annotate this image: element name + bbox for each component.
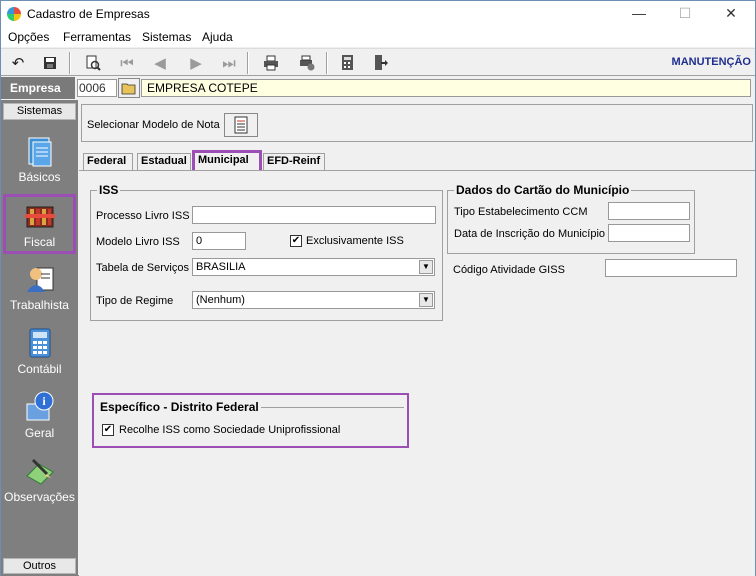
sidebar-item-label: Fiscal	[23, 235, 56, 249]
first-record-icon[interactable]: ⏮	[115, 52, 139, 74]
sidebar-item-label: Básicos	[18, 170, 61, 184]
exclusivamente-iss-checkbox[interactable]: ✔	[290, 235, 302, 247]
folder-icon	[121, 83, 136, 95]
menu-ajuda[interactable]: Ajuda	[202, 30, 233, 44]
books-icon	[24, 206, 55, 228]
processo-livro-input[interactable]	[192, 206, 436, 224]
window-title: Cadastro de Empresas	[27, 7, 150, 21]
sidebar: Sistemas Básicos Fiscal Trabalhista Cont…	[1, 100, 78, 576]
document-list-icon	[234, 116, 248, 134]
sidebar-item-label: Contábil	[17, 362, 62, 376]
calculator-icon[interactable]	[336, 52, 360, 74]
tipo-ccm-input[interactable]	[608, 202, 690, 220]
tab-efd-reinf[interactable]: EFD-Reinf	[263, 153, 325, 170]
documents-icon	[28, 137, 51, 167]
especifico-highlight: Específico - Distrito Federal ✔ Recolhe …	[92, 393, 409, 448]
print-setup-icon[interactable]	[295, 52, 319, 74]
empresa-bar: Empresa 0006 EMPRESA COTEPE	[1, 77, 755, 99]
exit-icon[interactable]	[368, 52, 392, 74]
menu-ferramentas[interactable]: Ferramentas	[63, 30, 131, 44]
cartao-municipio-group: Dados do Cartão do Município Tipo Estabe…	[447, 183, 695, 254]
tab-federal[interactable]: Federal	[83, 153, 133, 170]
sidebar-item-contabil[interactable]: Contábil	[3, 324, 76, 384]
sidebar-item-label: Observações	[4, 490, 75, 504]
sidebar-item-basicos[interactable]: Básicos	[3, 132, 76, 192]
dropdown-arrow-icon: ▼	[419, 293, 433, 307]
tipo-regime-value: (Nenhum)	[196, 294, 245, 306]
processo-livro-label: Processo Livro ISS	[96, 210, 190, 222]
menu-bar: Opções Ferramentas Sistemas Ajuda	[1, 27, 755, 47]
sidebar-item-observacoes[interactable]: Observações	[3, 452, 76, 512]
toolbar: ↶ ⏮ ◀ ▶ ⏭ MANUTENÇÃO	[1, 48, 755, 76]
empresa-label: Empresa	[1, 77, 75, 99]
select-modelo-button[interactable]	[224, 113, 258, 137]
iss-group: ISS Processo Livro ISS Modelo Livro ISS …	[90, 183, 443, 321]
empresa-name-field[interactable]: EMPRESA COTEPE	[141, 79, 751, 97]
preview-icon[interactable]	[81, 52, 105, 74]
sidebar-item-fiscal[interactable]: Fiscal	[3, 194, 76, 254]
last-record-icon[interactable]: ⏭	[217, 52, 241, 74]
tipo-ccm-label: Tipo Estabelecimento CCM	[454, 206, 588, 218]
sidebar-item-geral[interactable]: i Geral	[3, 388, 76, 448]
tab-strip: Federal Estadual Municipal EFD-Reinf	[79, 150, 755, 170]
tabela-servicos-label: Tabela de Serviços	[96, 262, 189, 274]
modelo-nota-panel: Selecionar Modelo de Nota	[81, 104, 753, 142]
modelo-livro-label: Modelo Livro ISS	[96, 236, 180, 248]
sidebar-item-label: Trabalhista	[10, 298, 69, 312]
recolhe-iss-checkbox[interactable]: ✔	[102, 424, 114, 436]
tab-municipal[interactable]: Municipal	[192, 150, 262, 170]
modelo-livro-input[interactable]: 0	[192, 232, 246, 250]
previous-record-icon[interactable]: ◀	[148, 52, 172, 74]
content-area: Selecionar Modelo de Nota Federal Estadu…	[79, 100, 755, 576]
sidebar-item-label: Geral	[24, 426, 55, 440]
tabela-servicos-value: BRASILIA	[196, 261, 246, 273]
main-window: Cadastro de Empresas — ☐ ✕ Opções Ferram…	[0, 0, 756, 576]
tabela-servicos-select[interactable]: BRASILIA ▼	[192, 258, 435, 276]
giss-label: Código Atividade GISS	[453, 264, 565, 276]
info-icon: i	[26, 391, 53, 421]
close-button[interactable]: ✕	[708, 1, 754, 27]
minimize-button[interactable]: —	[616, 1, 662, 27]
giss-input[interactable]	[605, 259, 737, 277]
worker-icon	[26, 267, 53, 292]
undo-icon[interactable]: ↶	[6, 52, 30, 74]
sidebar-footer-outros[interactable]: Outros	[3, 558, 76, 574]
title-bar: Cadastro de Empresas — ☐ ✕	[1, 1, 755, 27]
print-icon[interactable]	[259, 52, 283, 74]
calculator-icon	[29, 328, 50, 358]
maximize-button[interactable]: ☐	[662, 1, 708, 27]
data-inscricao-input[interactable]	[608, 224, 690, 242]
dropdown-arrow-icon: ▼	[419, 260, 433, 274]
sidebar-item-trabalhista[interactable]: Trabalhista	[3, 260, 76, 320]
save-icon[interactable]	[38, 52, 62, 74]
recolhe-iss-label: Recolhe ISS como Sociedade Uniprofission…	[119, 424, 341, 436]
tab-estadual[interactable]: Estadual	[137, 153, 191, 170]
app-icon	[7, 7, 21, 21]
sidebar-header-sistemas[interactable]: Sistemas	[3, 103, 76, 120]
modelo-nota-label: Selecionar Modelo de Nota	[87, 119, 220, 131]
next-record-icon[interactable]: ▶	[184, 52, 208, 74]
data-inscricao-label: Data de Inscrição do Município	[454, 228, 606, 240]
exclusivamente-iss-label: Exclusivamente ISS	[306, 235, 404, 247]
open-folder-button[interactable]	[118, 78, 140, 98]
menu-sistemas[interactable]: Sistemas	[142, 30, 191, 44]
especifico-title: Específico - Distrito Federal	[98, 400, 261, 414]
tab-panel-municipal: ISS Processo Livro ISS Modelo Livro ISS …	[79, 170, 755, 576]
empresa-code-field[interactable]: 0006	[77, 79, 117, 97]
notes-pencil-icon	[25, 458, 54, 485]
menu-opcoes[interactable]: Opções	[8, 30, 49, 44]
tipo-regime-select[interactable]: (Nenhum) ▼	[192, 291, 435, 309]
iss-group-title: ISS	[97, 183, 121, 197]
cartao-municipio-title: Dados do Cartão do Município	[454, 183, 632, 197]
tipo-regime-label: Tipo de Regime	[96, 295, 174, 307]
mode-label: MANUTENÇÃO	[671, 56, 751, 68]
